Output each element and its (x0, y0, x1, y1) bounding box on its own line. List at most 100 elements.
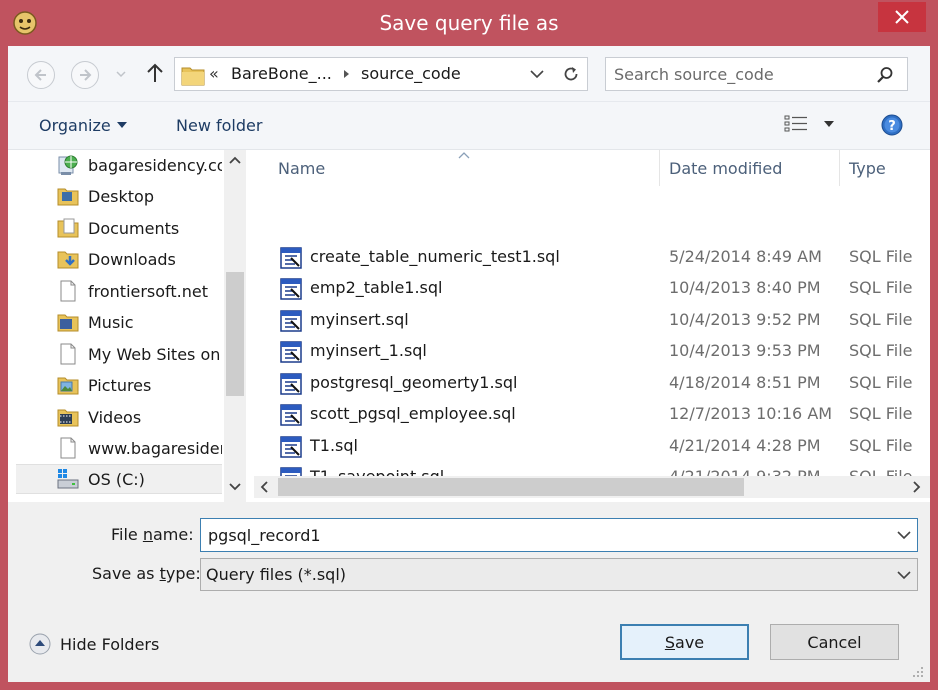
file-row[interactable]: myinsert_1.sql 10/4/2013 9:53 PM SQL Fil… (248, 336, 930, 367)
sidebar-item-label: My Web Sites on (88, 344, 221, 364)
chevron-down-icon[interactable] (530, 69, 544, 79)
file-date: 4/21/2014 4:28 PM (669, 436, 821, 455)
search-box[interactable] (605, 57, 908, 91)
file-name-label-part: ame: (153, 525, 194, 544)
file-row[interactable]: create_table_numeric_test1.sql 5/24/2014… (248, 242, 930, 273)
refresh-icon (564, 67, 577, 81)
sidebar-item-os-drive[interactable]: OS (C:) (16, 464, 222, 494)
resize-grip-icon[interactable] (910, 664, 924, 678)
forward-button[interactable] (71, 61, 99, 89)
sidebar-item-downloads[interactable]: Downloads (16, 244, 222, 274)
sidebar-item-label: frontiersoft.net (88, 281, 209, 301)
file-row[interactable]: emp2_table1.sql 10/4/2013 8:40 PM SQL Fi… (248, 273, 930, 304)
file-date: 12/7/2013 10:16 AM (669, 404, 833, 423)
file-row[interactable]: postgresql_geomerty1.sql 4/18/2014 8:51 … (248, 368, 930, 399)
file-row[interactable]: T1.sql 4/21/2014 4:28 PM SQL File (248, 431, 930, 462)
file-name-combobox[interactable] (200, 518, 918, 552)
file-icon (60, 343, 76, 365)
sidebar-item-desktop[interactable]: Desktop (16, 181, 222, 211)
file-type: SQL File (849, 436, 913, 455)
file-date: 4/18/2014 8:51 PM (669, 373, 821, 392)
address-overflow-chevron[interactable]: « (209, 64, 219, 83)
sql-file-icon (280, 404, 302, 426)
sidebar-item-pictures[interactable]: Pictures (16, 370, 222, 400)
chevron-up-icon[interactable] (229, 156, 241, 165)
sidebar-item-label: Pictures (88, 375, 152, 395)
save-button[interactable]: Save (620, 624, 749, 660)
back-button[interactable] (27, 61, 55, 89)
file-row[interactable]: scott_pgsql_employee.sql 12/7/2013 10:16… (248, 399, 930, 430)
file-type: SQL File (849, 404, 913, 423)
sidebar-item-bagaresidency[interactable]: bagaresidency.co (16, 150, 222, 180)
organize-button[interactable]: Organize (39, 116, 127, 135)
chevron-down-icon (897, 571, 911, 580)
column-divider[interactable] (659, 150, 660, 186)
arrow-right-icon (80, 69, 92, 81)
chevron-left-icon[interactable] (260, 481, 269, 493)
sidebar-vertical-scrollbar[interactable] (224, 150, 246, 502)
sql-file-icon (280, 341, 302, 363)
save-as-type-value: Query files (*.sql) (206, 565, 347, 584)
caret-down-icon (824, 120, 834, 127)
file-date: 10/4/2013 9:53 PM (669, 341, 821, 360)
chevron-right-icon[interactable] (912, 481, 921, 493)
help-icon[interactable]: ? (881, 114, 903, 136)
search-input[interactable] (614, 64, 864, 84)
save-button-label: ave (675, 632, 705, 652)
file-date: 5/24/2014 8:49 AM (669, 247, 822, 266)
file-row[interactable]: myinsert.sql 10/4/2013 9:52 PM SQL File (248, 305, 930, 336)
recent-locations-chevron-down-icon[interactable] (116, 70, 126, 78)
breadcrumb-separator-icon[interactable] (343, 69, 351, 79)
sidebar-item-label: Desktop (88, 186, 154, 206)
column-header-row: Name Date modified Type (248, 150, 930, 186)
column-header-type[interactable]: Type (849, 159, 886, 178)
file-type: SQL File (849, 341, 913, 360)
column-header-date-modified[interactable]: Date modified (669, 159, 782, 178)
sidebar-item-videos[interactable]: Videos (16, 402, 222, 432)
column-header-name[interactable]: Name (278, 159, 325, 178)
svg-text:?: ? (888, 119, 896, 134)
chevron-down-icon[interactable] (229, 482, 241, 491)
sidebar-item-www-bagaresidency[interactable]: www.bagaresider (16, 433, 222, 463)
sql-file-icon (280, 278, 302, 300)
breadcrumb-segment-source-code[interactable]: source_code (361, 64, 461, 83)
network-globe-icon (58, 155, 78, 175)
sidebar-item-documents[interactable]: Documents (16, 213, 222, 243)
file-list-horizontal-scrollbar[interactable] (254, 476, 930, 498)
refresh-button[interactable] (554, 57, 588, 91)
view-options-button[interactable] (784, 114, 834, 134)
file-list-scroll-thumb[interactable] (278, 478, 744, 496)
new-folder-button[interactable]: New folder (176, 116, 262, 135)
up-arrow-icon[interactable] (146, 62, 164, 84)
sql-file-icon (280, 310, 302, 332)
sql-file-icon (280, 436, 302, 458)
save-as-type-select[interactable]: Query files (*.sql) (200, 558, 918, 591)
downloads-folder-icon (57, 251, 79, 269)
hide-folders-button[interactable]: Hide Folders (28, 632, 159, 656)
file-icon (60, 437, 76, 459)
save-button-mnemonic: S (664, 632, 676, 652)
save-type-label: Save as type: (92, 564, 201, 583)
breadcrumb-segment-barebone[interactable]: BareBone_... (231, 64, 332, 83)
chevron-down-icon[interactable] (897, 530, 911, 540)
sidebar-item-music[interactable]: Music (16, 307, 222, 337)
cancel-button[interactable]: Cancel (770, 624, 899, 660)
sidebar-item-label: Videos (88, 407, 142, 427)
file-type: SQL File (849, 373, 913, 392)
address-bar[interactable]: « BareBone_... source_code (174, 57, 556, 91)
file-name-label: File name: (111, 525, 194, 544)
organize-label: Organize (39, 116, 111, 135)
sidebar-item-frontiersoft[interactable]: frontiersoft.net (16, 276, 222, 306)
file-name: T1.sql (310, 436, 358, 455)
search-icon[interactable] (876, 66, 894, 84)
file-name-input[interactable] (208, 525, 888, 545)
drive-icon (57, 469, 79, 489)
file-type: SQL File (849, 310, 913, 329)
column-divider[interactable] (839, 150, 840, 186)
caret-down-icon (116, 122, 127, 128)
sidebar-item-my-web-sites[interactable]: My Web Sites on (16, 339, 222, 369)
pictures-folder-icon (57, 377, 79, 395)
title-bar: Save query file as (0, 0, 938, 46)
sidebar-scroll-thumb[interactable] (226, 272, 244, 396)
close-button[interactable] (878, 2, 926, 32)
